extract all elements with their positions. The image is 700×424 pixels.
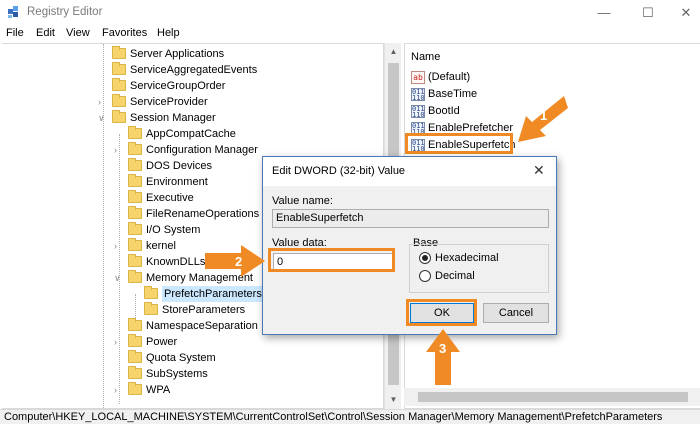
chevron-down-icon[interactable]: ∨ [114, 270, 124, 286]
chevron-right-icon[interactable]: › [98, 94, 108, 110]
folder-icon [144, 286, 158, 299]
folder-icon [128, 238, 142, 251]
menu-file[interactable]: File [6, 27, 24, 39]
step-3-label: 3 [439, 341, 447, 356]
decimal-radio[interactable] [419, 270, 431, 282]
tree-item-label: ServiceAggregatedEvents [130, 64, 258, 76]
tree-item-label: I/O System [146, 224, 201, 236]
hexadecimal-radio[interactable] [419, 252, 431, 264]
string-value-icon: ab [411, 71, 425, 84]
tree-item-label: Session Manager [130, 112, 216, 124]
tree-item-label: FileRenameOperations [146, 208, 260, 220]
tree-item-label: Server Applications [130, 48, 225, 60]
folder-icon [128, 254, 142, 267]
tree-item-label: WPA [146, 384, 171, 396]
step-3-arrow-icon [426, 329, 460, 385]
folder-icon [144, 302, 158, 315]
folder-icon [128, 318, 142, 331]
folder-icon [112, 78, 126, 91]
maximize-icon[interactable]: ☐ [634, 3, 662, 23]
menu-favorites[interactable]: Favorites [102, 27, 147, 39]
value-name-label: Value name: [272, 195, 333, 207]
folder-icon [128, 206, 142, 219]
chevron-right-icon[interactable]: › [114, 142, 124, 158]
folder-icon [128, 142, 142, 155]
title-bar: Registry Editor — ☐ ✕ [0, 0, 700, 26]
folder-icon [128, 366, 142, 379]
folder-icon [112, 94, 126, 107]
menu-edit[interactable]: Edit [36, 27, 55, 39]
tree-item-label: Environment [146, 176, 208, 188]
tree-item-label: Quota System [146, 352, 216, 364]
menu-help[interactable]: Help [157, 27, 180, 39]
tree-item-label: ServiceGroupOrder [130, 80, 226, 92]
folder-icon [128, 334, 142, 347]
folder-icon [112, 62, 126, 75]
tree-item-label: StoreParameters [162, 304, 246, 316]
dialog-title: Edit DWORD (32-bit) Value [272, 165, 406, 177]
scroll-thumb[interactable] [418, 392, 688, 402]
folder-icon [128, 158, 142, 171]
binary-value-icon: 011 110 [411, 88, 425, 101]
dialog-close-icon[interactable]: ✕ [533, 162, 545, 179]
close-icon[interactable]: ✕ [672, 3, 700, 23]
decimal-label[interactable]: Decimal [435, 270, 475, 282]
status-bar-path: Computer\HKEY_LOCAL_MACHINE\SYSTEM\Curre… [0, 409, 700, 424]
tree-item-label: SubSystems [146, 368, 208, 380]
folder-icon [128, 222, 142, 235]
folder-icon [128, 190, 142, 203]
folder-icon [128, 174, 142, 187]
folder-icon [128, 382, 142, 395]
values-horizontal-scrollbar[interactable] [404, 388, 700, 406]
tree-item-label: KnownDLLs [146, 256, 206, 268]
chevron-right-icon[interactable]: › [114, 382, 124, 398]
tree-item-label: ServiceProvider [130, 96, 208, 108]
menu-view[interactable]: View [66, 27, 90, 39]
tree-item-label: NamespaceSeparation [146, 320, 258, 332]
cancel-button[interactable]: Cancel [483, 303, 549, 323]
column-header-name[interactable]: Name [411, 51, 440, 63]
minimize-icon[interactable]: — [590, 3, 618, 23]
dialog-title-bar: Edit DWORD (32-bit) Value ✕ [263, 157, 556, 186]
step-1-arrow-icon [518, 96, 568, 142]
chevron-down-icon[interactable]: ∨ [98, 110, 108, 126]
folder-icon [112, 110, 126, 123]
highlight-enablesuperfetch [405, 133, 513, 154]
tree-item-label: AppCompatCache [146, 128, 236, 140]
value-name-field: EnableSuperfetch [272, 209, 549, 228]
folder-icon [128, 350, 142, 363]
tree-item-label: Power [146, 336, 178, 348]
binary-value-icon: 011 110 [411, 105, 425, 118]
tree-guide-line [135, 294, 136, 318]
folder-icon [112, 46, 126, 59]
value-name: BootId [428, 105, 460, 117]
highlight-value-data [268, 248, 395, 272]
registry-editor-icon [8, 6, 18, 18]
folder-icon [128, 126, 142, 139]
chevron-right-icon[interactable]: › [114, 238, 124, 254]
step-1-label: 1 [540, 108, 548, 123]
value-name: BaseTime [428, 88, 478, 100]
chevron-right-icon[interactable]: › [114, 334, 124, 350]
step-2-label: 2 [235, 254, 243, 269]
tree-guide-line [119, 134, 120, 404]
tree-item-label: PrefetchParameters [162, 286, 264, 302]
window-title: Registry Editor [27, 6, 103, 18]
tree-item-label: Configuration Manager [146, 144, 258, 156]
scroll-down-icon[interactable]: ▼ [388, 395, 399, 404]
folder-icon [128, 270, 142, 283]
highlight-ok-button [406, 299, 477, 326]
tree-item-label: DOS Devices [146, 160, 213, 172]
tree-item-label: Executive [146, 192, 194, 204]
hexadecimal-label[interactable]: Hexadecimal [435, 252, 499, 264]
tree-item-label: kernel [146, 240, 176, 252]
menu-bar: File Edit View Favorites Help [0, 26, 700, 43]
scroll-up-icon[interactable]: ▲ [388, 47, 399, 56]
value-name: (Default) [428, 71, 471, 83]
